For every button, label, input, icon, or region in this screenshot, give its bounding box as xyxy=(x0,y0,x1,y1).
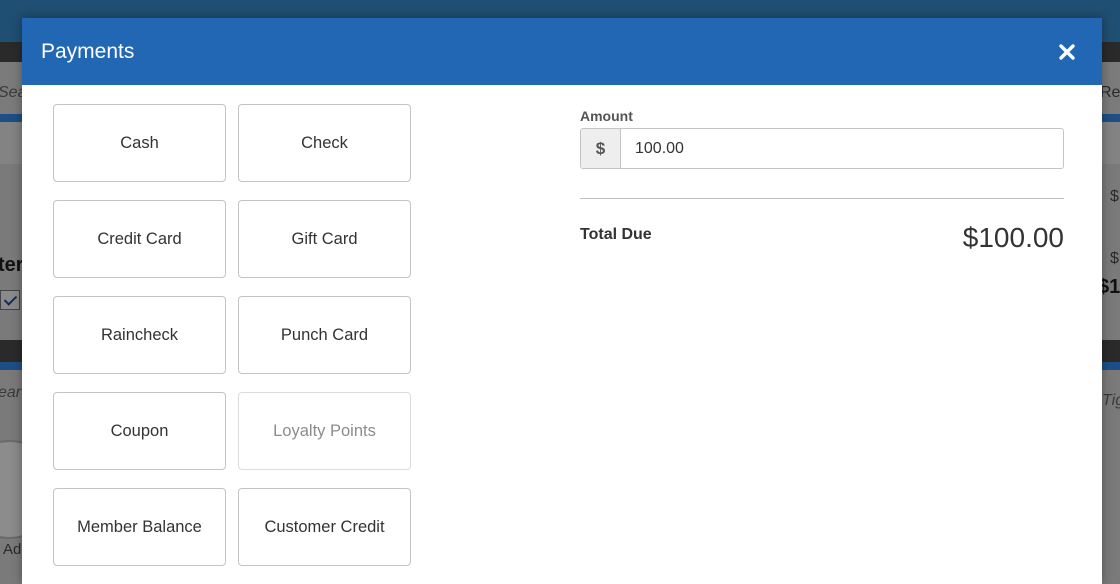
background-checkbox xyxy=(0,290,20,310)
customer-credit-button[interactable]: Customer Credit xyxy=(238,488,411,566)
background-right-text-1: Ret xyxy=(1100,84,1120,101)
close-icon xyxy=(1059,44,1075,60)
amount-input[interactable] xyxy=(621,129,1063,168)
raincheck-button[interactable]: Raincheck xyxy=(53,296,226,374)
amount-input-group: $ xyxy=(580,128,1064,169)
background-heading-text: ter xyxy=(0,254,24,276)
background-right-text-2: $ xyxy=(1110,188,1119,205)
loyalty-points-button: Loyalty Points xyxy=(238,392,411,470)
close-button[interactable] xyxy=(1054,39,1080,65)
coupon-button[interactable]: Coupon xyxy=(53,392,226,470)
currency-addon: $ xyxy=(581,129,621,168)
background-right-text-3: $ xyxy=(1110,250,1119,267)
background-search-text-2: ear xyxy=(0,384,22,401)
member-balance-button[interactable]: Member Balance xyxy=(53,488,226,566)
total-due-value: $100.00 xyxy=(962,222,1064,253)
gift-card-button[interactable]: Gift Card xyxy=(238,200,411,278)
amount-label: Amount xyxy=(580,108,633,124)
modal-title: Payments xyxy=(41,40,135,63)
check-button[interactable]: Check xyxy=(238,104,411,182)
background-add-text: Ad xyxy=(3,541,22,558)
payments-modal: Payments Cash Check Credit Card Gift Car… xyxy=(22,18,1102,584)
divider xyxy=(580,198,1064,199)
total-due-label: Total Due xyxy=(580,226,652,243)
background-right-text-5: Tig xyxy=(1102,392,1120,409)
punch-card-button[interactable]: Punch Card xyxy=(238,296,411,374)
credit-card-button[interactable]: Credit Card xyxy=(53,200,226,278)
modal-header: Payments xyxy=(22,18,1102,85)
cash-button[interactable]: Cash xyxy=(53,104,226,182)
